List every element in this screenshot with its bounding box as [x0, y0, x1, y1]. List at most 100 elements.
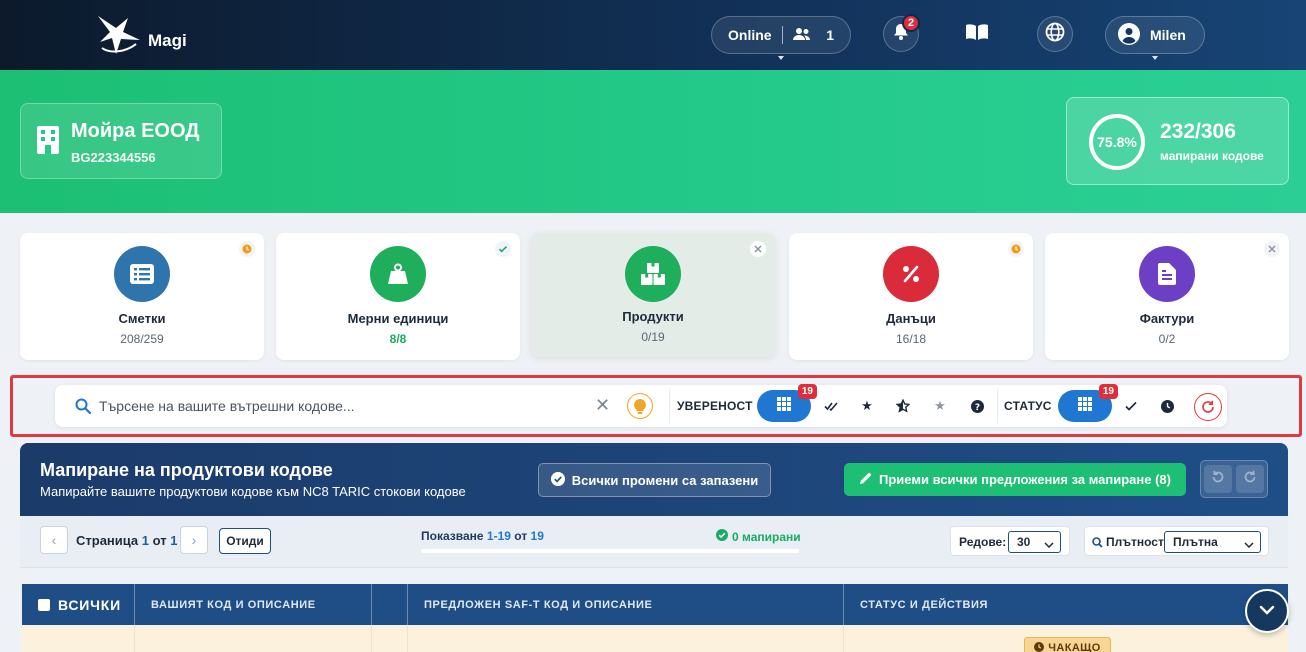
- caret-down-icon: [1152, 56, 1158, 60]
- step-label: Мерни единици: [347, 311, 449, 326]
- accept-all-button[interactable]: Приеми всички предложения за мапиране (8…: [844, 463, 1186, 496]
- book-icon: [965, 23, 989, 46]
- notifications-button[interactable]: 2: [883, 14, 920, 52]
- percent-icon: [883, 246, 939, 302]
- company-header: Мойра ЕООД BG223344556 75.8% 232/306 мап…: [0, 70, 1306, 213]
- step-label: Продукти: [622, 309, 684, 324]
- question-icon[interactable]: ?: [969, 398, 985, 414]
- chevron-down-icon: [1044, 537, 1054, 551]
- showing-range: 1-19: [486, 529, 511, 543]
- svg-text:?: ?: [974, 403, 979, 413]
- confidence-all-button[interactable]: 19: [757, 384, 817, 422]
- confidence-count-badge: 19: [797, 384, 817, 399]
- step-card-units[interactable]: Мерни единици 8/8: [276, 233, 520, 360]
- app-logo[interactable]: Magi: [96, 14, 187, 61]
- status-all-button[interactable]: 19: [1058, 384, 1118, 422]
- reset-filters-icon[interactable]: [1194, 393, 1222, 421]
- star-outline-icon[interactable]: ★: [932, 398, 948, 414]
- language-button[interactable]: [1037, 16, 1073, 52]
- step-card-invoices[interactable]: Фактури 0/2: [1045, 233, 1289, 360]
- rows-value: 30: [1017, 535, 1031, 549]
- density-control: Плътност: Плътна: [1084, 526, 1269, 556]
- saved-label: Всички промени са запазени: [571, 472, 759, 488]
- undo-button[interactable]: [1204, 465, 1232, 493]
- search-icon: [1092, 535, 1103, 553]
- docs-button[interactable]: [959, 16, 995, 52]
- user-menu-button[interactable]: Milen: [1105, 16, 1205, 60]
- density-select[interactable]: Плътна: [1164, 531, 1261, 553]
- search-input[interactable]: [99, 393, 589, 419]
- step-label: Фактури: [1139, 311, 1195, 326]
- search-icon: [75, 398, 92, 419]
- step-value: 8/8: [389, 332, 407, 346]
- column-spacer: [372, 584, 408, 625]
- progress-percent: 75.8%: [1097, 134, 1137, 150]
- rows-select[interactable]: 30: [1008, 531, 1061, 553]
- chevron-left-icon: ‹: [51, 532, 57, 548]
- progress-label: мапирани кодове: [1160, 149, 1264, 163]
- step-card-products[interactable]: Продукти 0/19: [531, 233, 775, 357]
- rows-per-page: Редове: 30: [950, 526, 1070, 556]
- next-page-button[interactable]: ›: [180, 526, 208, 554]
- caret-down-icon: [778, 56, 784, 60]
- select-all-checkbox[interactable]: [38, 598, 50, 611]
- chevron-down-icon: [1259, 602, 1275, 620]
- divider: [997, 389, 998, 423]
- step-value: 0/19: [641, 330, 665, 344]
- step-card-taxes[interactable]: Данъци 16/18: [789, 233, 1033, 360]
- clear-search-icon[interactable]: ✕: [595, 396, 610, 414]
- company-card: Мойра ЕООД BG223344556: [20, 103, 222, 179]
- saved-status-button[interactable]: Всички промени са запазени: [538, 463, 771, 497]
- step-value: 16/18: [895, 332, 927, 346]
- clock-icon[interactable]: [1159, 398, 1175, 414]
- star-half-icon[interactable]: [895, 398, 911, 414]
- online-label: Online: [728, 27, 772, 43]
- step-card-accounts[interactable]: Сметки 208/259: [20, 233, 264, 360]
- redo-button[interactable]: [1236, 465, 1264, 493]
- page-current: 1: [141, 533, 150, 548]
- scroll-down-button[interactable]: [1245, 589, 1289, 633]
- prev-page-button[interactable]: ‹: [40, 526, 68, 554]
- star-icon[interactable]: ★: [859, 398, 875, 414]
- confidence-label: УВЕРЕНОСТ: [677, 399, 753, 413]
- online-users-button[interactable]: Online 1: [711, 16, 851, 60]
- step-value: 0/2: [1158, 332, 1176, 346]
- step-value: 208/259: [120, 332, 164, 346]
- clock-icon: [239, 241, 255, 257]
- mapping-progress-card: 75.8% 232/306 мапирани кодове: [1066, 97, 1289, 185]
- table-cell: [22, 625, 135, 652]
- user-avatar-icon: [1118, 22, 1140, 48]
- table-cell: [408, 625, 844, 652]
- check-icon[interactable]: [1123, 398, 1139, 414]
- column-header: СТАТУС И ДЕЙСТВИЯ: [860, 598, 989, 611]
- divider: [781, 26, 783, 44]
- panel-title: Мапиране на продуктови кодове: [40, 460, 333, 480]
- progress-count: 232/306: [1160, 120, 1236, 143]
- progress-ring: 75.8%: [1089, 114, 1145, 170]
- grid-icon: [1078, 396, 1092, 416]
- lightbulb-icon[interactable]: [627, 393, 653, 419]
- select-all-header[interactable]: ВСИЧКИ: [22, 584, 135, 625]
- panel-subtitle: Мапирайте вашите продуктови кодове към N…: [40, 484, 466, 499]
- status-count-badge: 19: [1098, 384, 1118, 399]
- grid-icon: [777, 396, 791, 416]
- clock-icon: [1034, 641, 1045, 652]
- double-check-icon[interactable]: [823, 398, 839, 414]
- user-name: Milen: [1150, 27, 1186, 43]
- check-circle-icon: [716, 529, 728, 544]
- pencil-icon: [859, 472, 872, 488]
- density-value: Плътна: [1173, 535, 1218, 549]
- chevron-down-icon: [1244, 537, 1254, 551]
- table-cell: [135, 625, 372, 652]
- chevron-right-icon: ›: [191, 532, 197, 548]
- filter-bar: ✕ УВЕРЕНОСТ 19 ★ ★ ? СТАТУС 19: [55, 384, 1227, 427]
- list-icon: [114, 246, 170, 302]
- app-name: Magi: [148, 30, 187, 50]
- page-of: от: [152, 533, 167, 548]
- close-icon[interactable]: [1264, 241, 1280, 257]
- history-controls: [1200, 460, 1268, 498]
- goto-page-button[interactable]: Отиди: [219, 528, 271, 554]
- status-text: ЧАКАЩО: [1048, 642, 1101, 652]
- close-icon[interactable]: [750, 241, 766, 257]
- online-count: 1: [826, 27, 834, 43]
